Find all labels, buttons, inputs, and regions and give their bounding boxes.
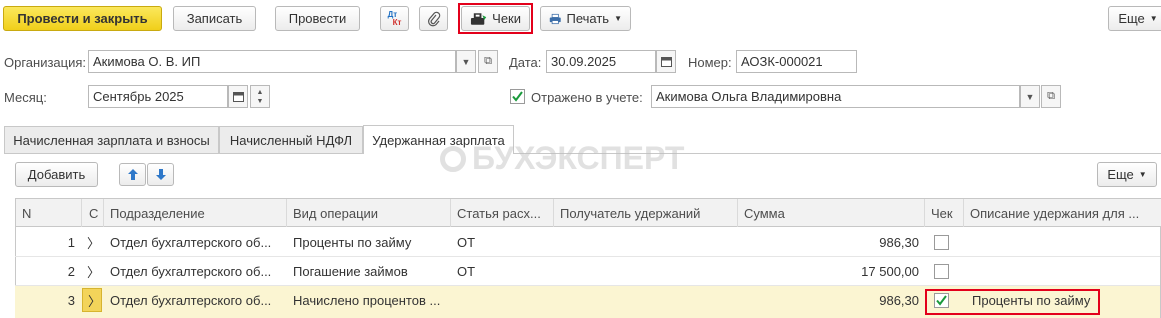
col-header-c[interactable]: С: [82, 199, 104, 227]
tab-accrued-ndfl[interactable]: Начисленный НДФЛ: [219, 126, 363, 153]
description-cell: Проценты по займу: [972, 292, 1091, 308]
recipient-cell: [554, 286, 738, 314]
calendar-icon: [232, 92, 244, 102]
chevron-down-icon: ▼: [1149, 14, 1158, 23]
save-button[interactable]: Записать: [173, 6, 256, 31]
date-picker-button[interactable]: [656, 50, 676, 73]
row-number: 1: [67, 234, 75, 250]
calendar-icon: [660, 57, 672, 67]
month-picker-button[interactable]: [228, 85, 248, 108]
col-header-amount[interactable]: Сумма: [738, 199, 925, 227]
table-row[interactable]: 1 〉 Отдел бухгалтерского об... Проценты …: [15, 228, 1160, 257]
receipts-label: Чеки: [492, 11, 521, 26]
print-label: Печать: [566, 11, 610, 26]
row-number: 3: [67, 292, 75, 308]
operation-cell: Начислено процентов ...: [293, 292, 441, 308]
receipt-checkbox[interactable]: [934, 235, 949, 250]
col-header-department[interactable]: Подразделение: [104, 199, 287, 227]
more-button[interactable]: Еще ▼: [1108, 6, 1161, 31]
printer-icon: [549, 13, 561, 24]
open-link-icon: ⧉: [1047, 90, 1055, 102]
tab-accrued-salary[interactable]: Начисленная зарплата и взносы: [4, 126, 219, 153]
description-cell: [964, 228, 1160, 256]
operation-cell: Проценты по займу: [293, 234, 412, 250]
arrow-up-icon: [127, 169, 138, 180]
move-up-button[interactable]: [119, 163, 146, 186]
add-button[interactable]: Добавить: [15, 162, 98, 187]
arrow-down-icon: [155, 169, 166, 180]
stepper-up-icon: ▲: [256, 88, 264, 96]
post-and-close-button[interactable]: Провести и закрыть: [3, 6, 162, 31]
receipt-checkbox[interactable]: [934, 264, 949, 279]
amount-cell: 986,30: [879, 234, 919, 250]
chevron-down-icon: ▼: [461, 56, 471, 67]
checkmark-icon: [512, 91, 523, 102]
col-header-operation[interactable]: Вид операции: [287, 199, 451, 227]
expense-item-cell: [451, 286, 554, 314]
watermark-logo-icon: [440, 145, 466, 172]
cash-register-icon: [470, 12, 487, 25]
move-down-button[interactable]: [147, 163, 174, 186]
chevron-down-icon: ▼: [614, 14, 622, 23]
receipts-button[interactable]: Чеки: [461, 6, 530, 31]
more-label: Еще: [1118, 11, 1145, 26]
expense-item-cell: ОТ: [457, 263, 476, 279]
dt-kt-icon: Дт Кт: [387, 9, 402, 27]
amount-cell: 986,30: [879, 292, 919, 308]
paperclip-icon: [427, 11, 440, 26]
table-row[interactable]: 2 〉 Отдел бухгалтерского об... Погашение…: [15, 257, 1160, 286]
col-header-n[interactable]: N: [16, 199, 82, 227]
watermark-text: БУХЭКСПЕРТ: [472, 140, 685, 176]
table-more-button[interactable]: Еще ▼: [1097, 162, 1157, 187]
reflected-in-accounting-label: Отражено в учете:: [531, 90, 643, 105]
col-header-expense-item[interactable]: Статья расх...: [451, 199, 554, 227]
operation-cell: Погашение займов: [293, 263, 408, 279]
row-number: 2: [67, 263, 75, 279]
department-cell: Отдел бухгалтерского об...: [110, 263, 272, 279]
date-label: Дата:: [509, 55, 542, 70]
table-row-selected[interactable]: 3 〉 Отдел бухгалтерского об... Начислено…: [15, 286, 1160, 318]
month-stepper[interactable]: ▲ ▼: [250, 85, 270, 108]
expense-item-cell: ОТ: [457, 234, 476, 250]
chevron-down-icon: ▼: [1025, 91, 1035, 102]
col-header-description[interactable]: Описание удержания для ...: [964, 199, 1161, 227]
department-cell: Отдел бухгалтерского об...: [110, 292, 272, 308]
date-field[interactable]: 30.09.2025: [546, 50, 656, 73]
post-button[interactable]: Провести: [275, 6, 360, 31]
description-cell: [964, 257, 1160, 285]
responsible-dropdown-button[interactable]: ▼: [1020, 85, 1040, 108]
recipient-cell: [554, 257, 738, 285]
col-header-receipt[interactable]: Чек: [925, 199, 964, 227]
open-link-icon: ⧉: [484, 55, 492, 67]
chevron-down-icon: ▼: [1138, 170, 1147, 179]
organization-field[interactable]: Акимова О. В. ИП: [88, 50, 456, 73]
recipient-cell: [554, 228, 738, 256]
amount-cell: 17 500,00: [861, 263, 919, 279]
stepper-down-icon: ▼: [256, 97, 264, 105]
print-button[interactable]: Печать ▼: [540, 6, 631, 31]
number-label: Номер:: [688, 55, 732, 70]
row-expand-marker[interactable]: 〉: [82, 288, 102, 312]
responsible-open-button[interactable]: ⧉: [1041, 85, 1061, 108]
col-header-recipient[interactable]: Получатель удержаний: [554, 199, 738, 227]
month-field[interactable]: Сентябрь 2025: [88, 85, 228, 108]
table-more-label: Еще: [1107, 167, 1134, 182]
watermark: БУХЭКСПЕРТ: [440, 140, 684, 177]
row-expand-marker[interactable]: 〉: [81, 257, 103, 285]
organization-label: Организация:: [4, 55, 87, 70]
dt-kt-button[interactable]: Дт Кт: [380, 6, 409, 31]
organization-dropdown-button[interactable]: ▼: [456, 50, 476, 73]
receipt-checkbox[interactable]: [934, 293, 949, 308]
department-cell: Отдел бухгалтерского об...: [110, 234, 272, 250]
organization-open-button[interactable]: ⧉: [478, 50, 498, 73]
number-field[interactable]: АОЗК-000021: [736, 50, 857, 73]
reflected-in-accounting-checkbox[interactable]: [510, 89, 525, 104]
attachments-button[interactable]: [419, 6, 448, 31]
month-label: Месяц:: [4, 90, 47, 105]
responsible-field[interactable]: Акимова Ольга Владимировна: [651, 85, 1020, 108]
row-expand-marker[interactable]: 〉: [81, 228, 103, 256]
checkmark-icon: [936, 295, 947, 306]
